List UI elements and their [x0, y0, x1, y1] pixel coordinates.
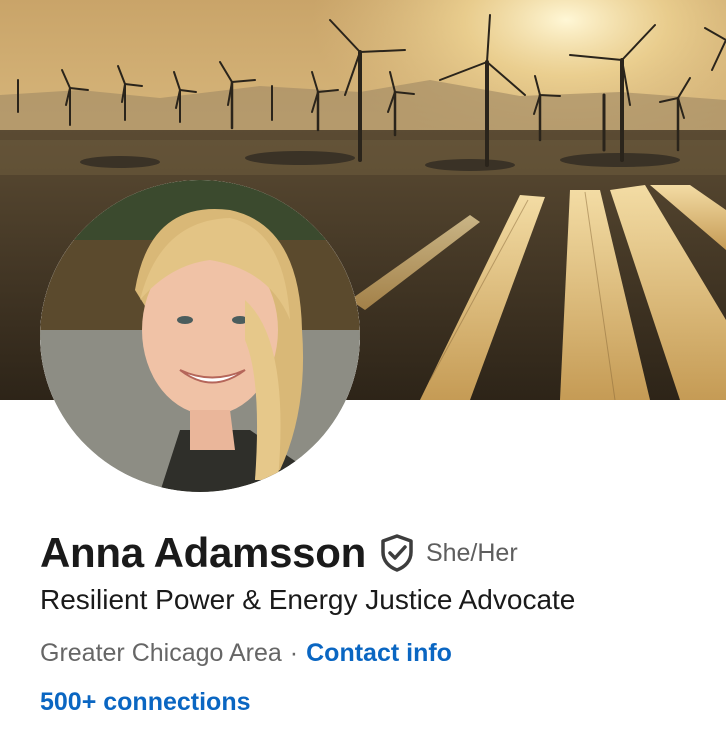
- profile-name: Anna Adamsson: [40, 529, 366, 576]
- verified-shield-icon[interactable]: [380, 534, 414, 572]
- name-row: Anna Adamsson She/Her: [40, 525, 518, 581]
- location-row: Greater Chicago Area · Contact info: [40, 639, 452, 668]
- contact-info-link[interactable]: Contact info: [306, 639, 452, 667]
- profile-photo[interactable]: [40, 180, 360, 492]
- location-text: Greater Chicago Area: [40, 639, 282, 667]
- pronouns: She/Her: [425, 538, 518, 567]
- separator-dot: ·: [289, 639, 299, 667]
- avatar: [40, 180, 360, 492]
- connections-link[interactable]: 500+ connections: [40, 688, 251, 717]
- profile-headline: Resilient Power & Energy Justice Advocat…: [40, 584, 576, 615]
